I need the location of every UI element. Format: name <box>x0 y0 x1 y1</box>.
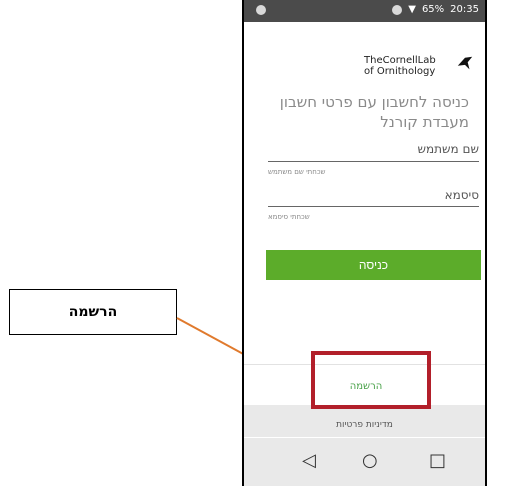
username-label: שם משתמש <box>417 142 479 156</box>
status-bar: ▼ 65% 20:35 <box>244 0 485 22</box>
register-highlight-box <box>311 351 431 409</box>
login-button[interactable]: כניסה <box>266 250 481 280</box>
forgot-password-link[interactable]: שכחתי סיסמא <box>268 213 310 221</box>
battery-level: 65% <box>421 4 445 15</box>
privacy-policy-link[interactable]: מדיניות פרטיות <box>244 420 485 430</box>
password-field[interactable]: סיסמא <box>268 188 479 207</box>
alarm-icon <box>392 4 403 15</box>
login-title: כניסה לחשבון עם פרטי חשבון מעבדת קורנל <box>279 93 469 131</box>
password-label: סיסמא <box>444 188 479 202</box>
logo-line-2: of Ornithology <box>364 66 436 77</box>
android-nav-bar: ◁ ○ □ <box>244 438 485 486</box>
notification-icon <box>256 5 266 15</box>
clock-time: 20:35 <box>450 4 479 15</box>
home-icon[interactable]: ○ <box>362 450 378 471</box>
username-field[interactable]: שם משתמש <box>268 142 479 162</box>
cornell-lab-logo: TheCornellLab of Ornithology <box>364 55 482 85</box>
logo-line-1: TheCornellLab <box>364 55 436 66</box>
phone-screen: ▼ 65% 20:35 TheCornellLab of Ornithology… <box>242 0 487 486</box>
back-icon[interactable]: ◁ <box>302 450 316 471</box>
forgot-username-link[interactable]: שכחתי שם משתמש <box>268 168 325 176</box>
annotation-callout: הרשמה <box>9 289 177 335</box>
bird-logo-icon <box>457 56 473 70</box>
wifi-icon: ▼ <box>408 4 416 15</box>
status-icons: ▼ 65% 20:35 <box>392 4 479 15</box>
annotation-label: הרשמה <box>68 304 118 320</box>
logo-text: TheCornellLab of Ornithology <box>364 55 436 77</box>
recent-apps-icon[interactable]: □ <box>429 450 446 471</box>
